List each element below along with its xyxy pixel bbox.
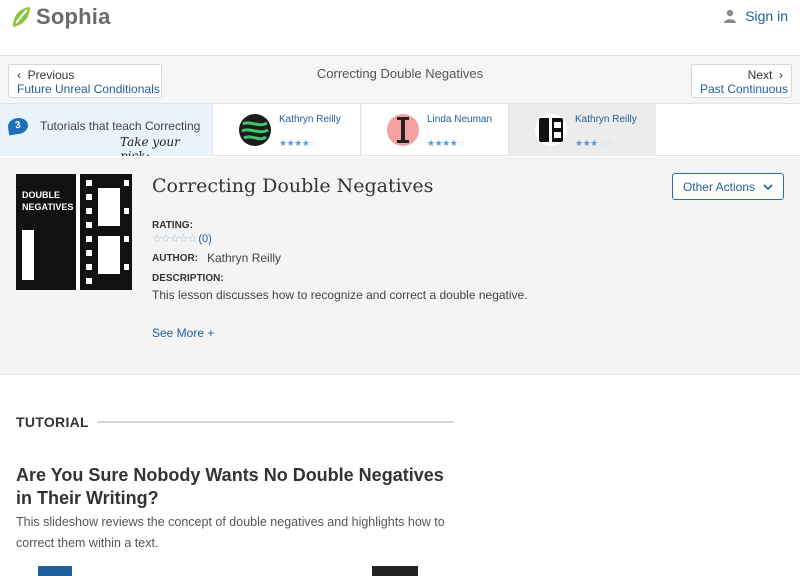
tutorials-strip: 3 Tutorials that teach Correcting Double…: [0, 104, 800, 156]
tutorial-card[interactable]: Kathryn Reilly ★★★★☆: [212, 104, 360, 156]
previous-lesson-link[interactable]: Future Unreal Conditionals: [17, 82, 160, 96]
next-lesson-button[interactable]: Next › Past Continuous: [691, 64, 792, 98]
section-divider: [96, 421, 454, 423]
tutorial-description: This slideshow reviews the concept of do…: [16, 515, 445, 550]
sign-in-label: Sign in: [745, 8, 788, 24]
tutorials-intro: 3 Tutorials that teach Correcting Double…: [0, 104, 212, 156]
tutorials-label: Tutorials that teach Correcting Double N…: [40, 119, 202, 133]
lesson-rating[interactable]: ☆☆☆☆☆ (0): [152, 232, 212, 246]
sign-in-link[interactable]: Sign in: [723, 8, 788, 24]
tutorial-card-selected[interactable]: Kathryn Reilly ★★★☆☆: [508, 104, 656, 156]
thumb-text-2: NEGATIVES: [22, 202, 73, 212]
slideshow-preview-fragment: [38, 566, 72, 576]
chevron-right-icon: ›: [779, 68, 783, 82]
chevron-left-icon: ‹: [17, 68, 21, 82]
next-label: Next ›: [700, 68, 783, 82]
next-text: Next: [747, 68, 773, 82]
tutorial-author[interactable]: Kathryn Reilly: [279, 114, 341, 125]
author-label: AUTHOR:: [152, 253, 199, 264]
tutorial-author[interactable]: Linda Neuman: [427, 114, 492, 125]
site-header: Sophia Sign in: [0, 0, 800, 56]
rating-label: RATING:: [152, 220, 193, 231]
author-name: Kathryn Reilly: [207, 251, 282, 265]
lesson-thumbnail: DOUBLE NEGATIVES: [16, 174, 132, 290]
user-icon: [724, 9, 737, 23]
lesson-info-panel: DOUBLE NEGATIVES Correcting Double Negat…: [0, 157, 800, 375]
sophia-leaf-icon: [13, 7, 30, 27]
tutorial-count-badge: 3: [6, 116, 30, 136]
tutorial-rating-stars: ★★★★☆: [279, 138, 317, 148]
rating-stars-icon[interactable]: ☆☆☆☆☆: [152, 232, 197, 245]
see-more-link[interactable]: See More +: [152, 326, 214, 340]
sophia-logo[interactable]: Sophia: [10, 4, 111, 30]
description-text: This lesson discusses how to recognize a…: [152, 288, 528, 302]
chevron-down-icon: [763, 183, 773, 190]
slideshow-preview-fragment: [372, 566, 418, 576]
previous-label: ‹ Previous: [17, 68, 153, 82]
tutorial-author[interactable]: Kathryn Reilly: [575, 114, 637, 125]
tutorial-rating-stars: ★★★☆☆: [575, 138, 613, 148]
other-actions-button[interactable]: Other Actions: [672, 173, 784, 200]
tutorial-section-header: TUTORIAL: [16, 414, 454, 430]
tutorial-title: Are You Sure Nobody Wants No Double Nega…: [16, 465, 444, 508]
green-scribble-avatar-icon: [239, 114, 271, 146]
tutorial-card[interactable]: Linda Neuman ★★★★☆: [360, 104, 508, 156]
lesson-nav-bar: ‹ Previous Future Unreal Conditionals Ne…: [0, 56, 800, 104]
previous-lesson-button[interactable]: ‹ Previous Future Unreal Conditionals: [8, 64, 162, 98]
description-label: DESCRIPTION:: [152, 273, 224, 284]
other-actions-label: Other Actions: [682, 179, 756, 194]
thumb-text-1: DOUBLE: [22, 190, 60, 200]
brand-name: Sophia: [36, 4, 111, 29]
film-strip-thumbnail-icon: DOUBLE NEGATIVES: [16, 174, 132, 290]
tutorial-rating-stars: ★★★★☆: [427, 138, 465, 148]
section-label: TUTORIAL: [16, 414, 89, 430]
next-lesson-link[interactable]: Past Continuous: [700, 82, 788, 96]
previous-text: Previous: [27, 68, 75, 82]
pink-pillar-avatar-icon: [387, 114, 419, 146]
film-strip-avatar-icon: [535, 114, 567, 146]
take-your-pick-text: Take your pick:: [120, 135, 180, 156]
lesson-title: Correcting Double Negatives: [152, 175, 434, 197]
rating-count[interactable]: (0): [198, 233, 211, 245]
